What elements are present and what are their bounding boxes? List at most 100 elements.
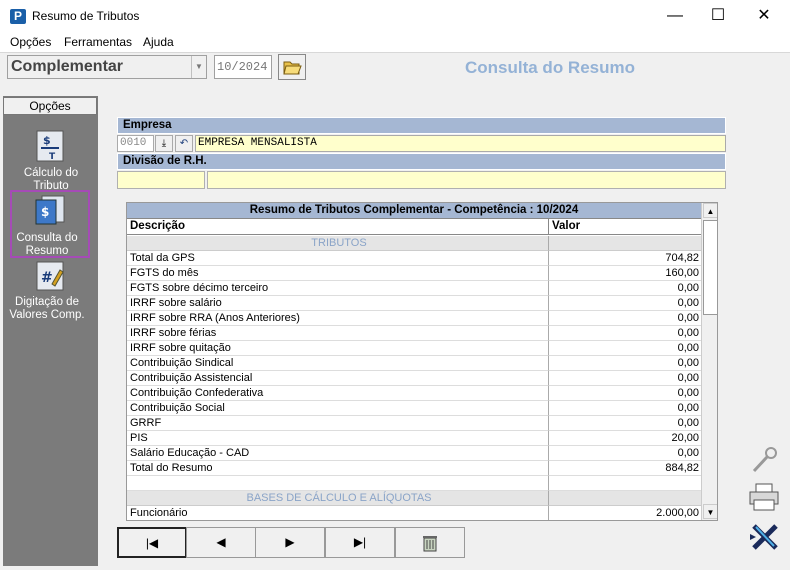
scroll-down-icon[interactable]: ▼ xyxy=(703,504,717,519)
cell-valor: 20,00 xyxy=(549,431,701,446)
section-row[interactable]: BASES DE CÁLCULO E ALÍQUOTAS xyxy=(127,491,701,506)
resumo-grid: Resumo de Tributos Complementar - Compet… xyxy=(126,202,718,521)
cell-descricao: TRIBUTOS xyxy=(127,236,549,251)
search-tool-button[interactable] xyxy=(744,445,784,481)
calculo-icon: $ T xyxy=(36,130,64,162)
sidebar-item-calculo-label: Cálculo do Tributo xyxy=(23,167,79,189)
empresa-name-field: EMPRESA MENSALISTA xyxy=(195,135,726,152)
cell-descricao: IRRF sobre quitação xyxy=(127,341,549,356)
empresa-code-input[interactable]: 0010 xyxy=(117,135,154,152)
svg-text:$: $ xyxy=(43,134,51,147)
cell-descricao: Contribuição Confederativa xyxy=(127,386,549,401)
sidebar-item-calculo[interactable]: $ T xyxy=(34,130,66,165)
sidebar-item-consulta[interactable]: $ xyxy=(34,194,66,229)
table-row[interactable] xyxy=(127,476,701,491)
cell-valor: 0,00 xyxy=(549,356,701,371)
mode-select-value: Complementar xyxy=(11,58,124,75)
table-row[interactable]: IRRF sobre férias 0,00 xyxy=(127,326,701,341)
last-record-button[interactable]: ▶| xyxy=(325,527,395,558)
cell-valor: 0,00 xyxy=(549,386,701,401)
cell-valor xyxy=(549,491,701,506)
cell-descricao: Salário Educação - CAD xyxy=(127,446,549,461)
cell-descricao: Contribuição Social xyxy=(127,401,549,416)
table-row[interactable]: IRRF sobre quitação 0,00 xyxy=(127,341,701,356)
minimize-button[interactable]: — xyxy=(652,0,698,32)
close-button[interactable]: ✕ xyxy=(741,0,787,32)
divisao-code-input[interactable] xyxy=(117,171,205,189)
undo-button[interactable]: ↶ xyxy=(175,135,193,152)
lookup-button[interactable]: ⤓ xyxy=(155,135,173,152)
title-bar: P Resumo de Tributos — ☐ ✕ xyxy=(0,0,790,32)
previous-record-button[interactable]: ◀ xyxy=(186,527,256,558)
maximize-button[interactable]: ☐ xyxy=(695,0,741,32)
exit-button[interactable] xyxy=(744,522,784,558)
first-record-button[interactable]: |◀ xyxy=(117,527,187,558)
cell-descricao: BASES DE CÁLCULO E ALÍQUOTAS xyxy=(127,491,549,506)
sidebar-tab-opcoes[interactable]: Opções xyxy=(3,97,97,115)
digitacao-icon: # xyxy=(36,261,64,291)
cell-descricao: IRRF sobre RRA (Anos Anteriores) xyxy=(127,311,549,326)
table-row[interactable]: IRRF sobre salário 0,00 xyxy=(127,296,701,311)
cell-descricao: Total do Resumo xyxy=(127,461,549,476)
delete-button[interactable] xyxy=(395,527,465,558)
table-row[interactable]: Contribuição Social 0,00 xyxy=(127,401,701,416)
menu-ajuda[interactable]: Ajuda xyxy=(143,35,174,49)
svg-text:$: $ xyxy=(41,205,49,219)
sidebar-item-consulta-label: Consulta do Resumo xyxy=(16,232,78,257)
cell-valor xyxy=(549,236,701,251)
cell-valor: 2.000,00 xyxy=(549,506,701,520)
table-row[interactable]: FGTS do mês 160,00 xyxy=(127,266,701,281)
column-header-valor: Valor xyxy=(549,219,701,235)
sidebar-item-digitacao[interactable]: # xyxy=(34,260,66,295)
table-row[interactable]: Funcionário 2.000,00 xyxy=(127,506,701,520)
column-header-descricao: Descrição xyxy=(127,219,549,235)
cell-valor: 160,00 xyxy=(549,266,701,281)
menu-opcoes[interactable]: Opções xyxy=(10,35,51,49)
cell-descricao: GRRF xyxy=(127,416,549,431)
cell-valor: 0,00 xyxy=(549,446,701,461)
chevron-down-icon[interactable]: ▼ xyxy=(191,56,206,78)
table-row[interactable]: Total da GPS 704,82 xyxy=(127,251,701,266)
window-title: Resumo de Tributos xyxy=(32,9,140,23)
empresa-label: Empresa xyxy=(117,117,726,134)
app-icon: P xyxy=(10,9,26,24)
grid-title: Resumo de Tributos Complementar - Compet… xyxy=(127,203,701,219)
page-title: Consulta do Resumo xyxy=(464,58,635,77)
section-row[interactable]: TRIBUTOS xyxy=(127,236,701,251)
scroll-thumb[interactable] xyxy=(703,220,717,315)
table-row[interactable]: Total do Resumo 884,82 xyxy=(127,461,701,476)
table-row[interactable]: Contribuição Confederativa 0,00 xyxy=(127,386,701,401)
trash-icon xyxy=(423,536,437,552)
table-row[interactable]: Contribuição Assistencial 0,00 xyxy=(127,371,701,386)
next-record-button[interactable]: ▶ xyxy=(255,527,325,558)
cell-valor: 0,00 xyxy=(549,401,701,416)
table-row[interactable]: FGTS sobre décimo terceiro 0,00 xyxy=(127,281,701,296)
cell-valor: 0,00 xyxy=(549,416,701,431)
table-row[interactable]: IRRF sobre RRA (Anos Anteriores) 0,00 xyxy=(127,311,701,326)
cell-descricao: Contribuição Sindical xyxy=(127,356,549,371)
printer-icon xyxy=(749,483,779,511)
cell-valor: 0,00 xyxy=(549,296,701,311)
menu-ferramentas[interactable]: Ferramentas xyxy=(64,35,132,49)
svg-text:#: # xyxy=(41,270,53,286)
menu-bar: Opções Ferramentas Ajuda xyxy=(0,32,790,52)
table-row[interactable]: PIS 20,00 xyxy=(127,431,701,446)
open-folder-button[interactable] xyxy=(278,54,306,80)
cell-valor: 0,00 xyxy=(549,341,701,356)
cell-valor: 0,00 xyxy=(549,281,701,296)
scroll-up-icon[interactable]: ▲ xyxy=(703,203,717,218)
cell-valor: 704,82 xyxy=(549,251,701,266)
grid-scrollbar[interactable]: ▲ ▼ xyxy=(701,203,717,520)
table-row[interactable]: GRRF 0,00 xyxy=(127,416,701,431)
exit-icon xyxy=(750,524,778,550)
table-row[interactable]: Salário Educação - CAD 0,00 xyxy=(127,446,701,461)
folder-open-icon xyxy=(283,61,302,75)
divisao-name-field xyxy=(207,171,726,189)
svg-text:T: T xyxy=(49,152,56,162)
table-row[interactable]: Contribuição Sindical 0,00 xyxy=(127,356,701,371)
cell-valor xyxy=(549,476,701,491)
competencia-input[interactable]: 10/2024 xyxy=(214,55,272,79)
undo-icon: ↶ xyxy=(179,138,189,149)
print-button[interactable] xyxy=(744,482,784,518)
consulta-icon: $ xyxy=(35,195,65,225)
